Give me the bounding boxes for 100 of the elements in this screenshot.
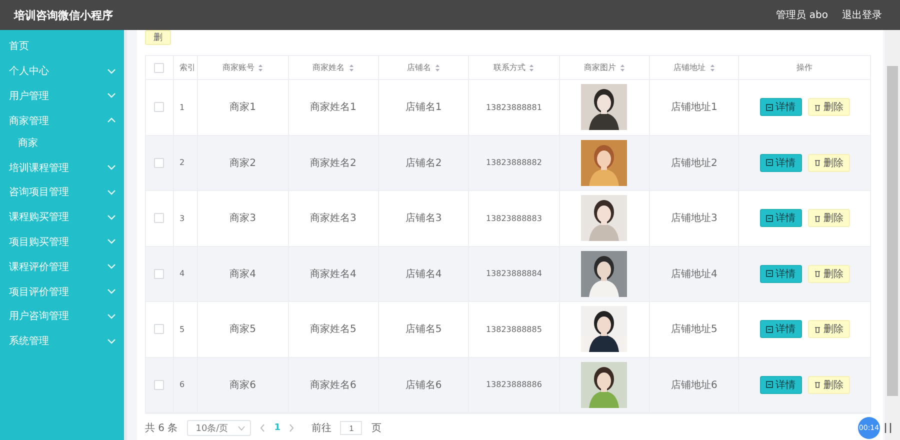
checkbox[interactable] — [154, 62, 164, 72]
table-cell-text: 商家姓名1 — [310, 100, 356, 114]
chevron-down-icon — [107, 288, 116, 296]
chevron-down-icon — [107, 188, 116, 196]
checkbox[interactable] — [154, 213, 164, 224]
trash-icon — [814, 270, 821, 278]
column-header[interactable]: 索引 — [174, 56, 198, 80]
table-cell: 1 — [180, 102, 185, 112]
document-icon — [766, 214, 773, 222]
logout-link[interactable]: 退出登录 — [842, 8, 882, 22]
table-cell-text: 商家6 — [230, 378, 256, 392]
checkbox[interactable] — [154, 380, 164, 390]
chevron-down-icon — [107, 164, 116, 172]
table-cell-text: 商家姓名6 — [310, 378, 356, 392]
table-cell-text: 店铺名1 — [405, 100, 442, 114]
chevron-down-icon — [107, 214, 116, 221]
document-icon — [766, 326, 773, 333]
goto-label: 前往 — [311, 422, 332, 435]
trash-icon — [814, 214, 821, 222]
table-cell-text: 店铺地址1 — [670, 100, 718, 114]
table-cell-text: 店铺地址2 — [670, 156, 718, 170]
table-cell: 13823888881 — [486, 102, 542, 112]
table-cell-text: 商家3 — [230, 212, 256, 226]
column-header[interactable]: 店铺地址 — [650, 56, 740, 80]
table-cell-text: 店铺名4 — [405, 268, 442, 281]
delete-button[interactable]: 删除 — [808, 209, 850, 228]
column-header[interactable]: 联系方式 — [469, 56, 560, 80]
chevron-down-icon — [107, 68, 116, 75]
table-cell-text: 店铺名5 — [405, 322, 442, 336]
delete-button[interactable]: 删除 — [808, 154, 850, 172]
detail-button[interactable]: 详情 — [760, 154, 802, 172]
checkbox[interactable] — [154, 158, 164, 168]
checkbox[interactable] — [154, 324, 164, 334]
table-cell: 3 — [180, 214, 185, 223]
chevron-down-icon — [107, 92, 116, 100]
table-cell: 13823888883 — [486, 214, 542, 223]
trash-icon — [814, 159, 821, 166]
next-page-icon[interactable] — [289, 424, 294, 432]
table-cell-text: 商家姓名3 — [310, 212, 356, 226]
page-size-select[interactable]: 10条/页 — [186, 420, 252, 436]
table-cell: 13823888882 — [486, 158, 542, 168]
table-cell-text: 商家姓名5 — [310, 322, 356, 336]
chevron-up-icon — [107, 117, 116, 124]
table-cell-text: 店铺名6 — [405, 378, 442, 392]
table-cell: 13823888884 — [486, 269, 542, 278]
page-input[interactable]: 1 — [340, 421, 362, 435]
scrollbar-thumb[interactable] — [887, 66, 898, 396]
table-cell-text: 商家姓名4 — [310, 268, 356, 281]
total-count: 共 6 条 — [145, 422, 178, 435]
sort-icon — [710, 64, 715, 72]
table-cell: 13823888885 — [486, 324, 542, 334]
detail-button[interactable]: 详情 — [760, 209, 802, 228]
detail-button[interactable]: 详情 — [760, 98, 802, 116]
sort-icon — [348, 64, 354, 72]
user-label: 管理员 abo — [776, 9, 828, 22]
detail-button[interactable]: 详情 — [760, 264, 802, 283]
column-header[interactable]: 商家姓名 — [288, 56, 379, 80]
delete-button[interactable]: 删除 — [808, 376, 850, 394]
detail-button[interactable]: 详情 — [760, 376, 802, 394]
sort-icon — [529, 64, 534, 72]
sort-icon — [435, 64, 440, 72]
delete-button[interactable]: 删除 — [808, 320, 850, 338]
page-suffix: 页 — [371, 422, 382, 435]
table-cell-text: 店铺地址5 — [670, 322, 718, 336]
table-cell-text: 店铺地址4 — [670, 268, 718, 281]
trash-icon — [814, 104, 821, 111]
chevron-down-icon — [238, 426, 246, 430]
checkbox[interactable] — [154, 102, 164, 112]
table-cell-text: 商家2 — [230, 156, 256, 170]
sort-icon — [620, 64, 625, 72]
chevron-down-icon — [107, 263, 116, 270]
document-icon — [766, 159, 773, 166]
table-cell-text: 商家姓名2 — [310, 156, 356, 170]
column-header[interactable]: 店铺名 — [378, 56, 470, 80]
column-header[interactable]: 商家账号 — [198, 56, 289, 80]
detail-button[interactable]: 详情 — [760, 320, 802, 338]
table-cell-text: 店铺名2 — [405, 156, 442, 170]
column-header[interactable]: 操作 — [739, 56, 870, 80]
scrollbar[interactable] — [885, 30, 900, 440]
delete-button[interactable]: 删除 — [808, 98, 850, 116]
table-cell: 5 — [180, 324, 185, 334]
pause-icon — [884, 422, 892, 434]
checkbox[interactable] — [154, 268, 164, 279]
trash-icon — [814, 381, 821, 388]
document-icon — [766, 104, 773, 111]
previous-page-icon[interactable] — [260, 424, 266, 432]
delete-button[interactable]: 删除 — [808, 264, 850, 283]
column-header[interactable]: 商家图片 — [560, 56, 650, 80]
chevron-down-icon — [107, 238, 116, 246]
table-cell-text: 店铺地址3 — [670, 212, 718, 226]
chevron-down-icon — [107, 338, 116, 345]
app-title: 培训咨询微信小程序 — [14, 8, 113, 22]
document-icon — [766, 270, 773, 278]
table-cell-text: 商家5 — [230, 322, 256, 336]
delete-button[interactable]: 删 — [145, 30, 171, 45]
chevron-down-icon — [107, 312, 116, 320]
table-cell: 4 — [180, 269, 185, 278]
document-icon — [766, 381, 773, 388]
sort-icon — [258, 64, 264, 72]
table-cell-text: 店铺地址6 — [670, 378, 718, 392]
